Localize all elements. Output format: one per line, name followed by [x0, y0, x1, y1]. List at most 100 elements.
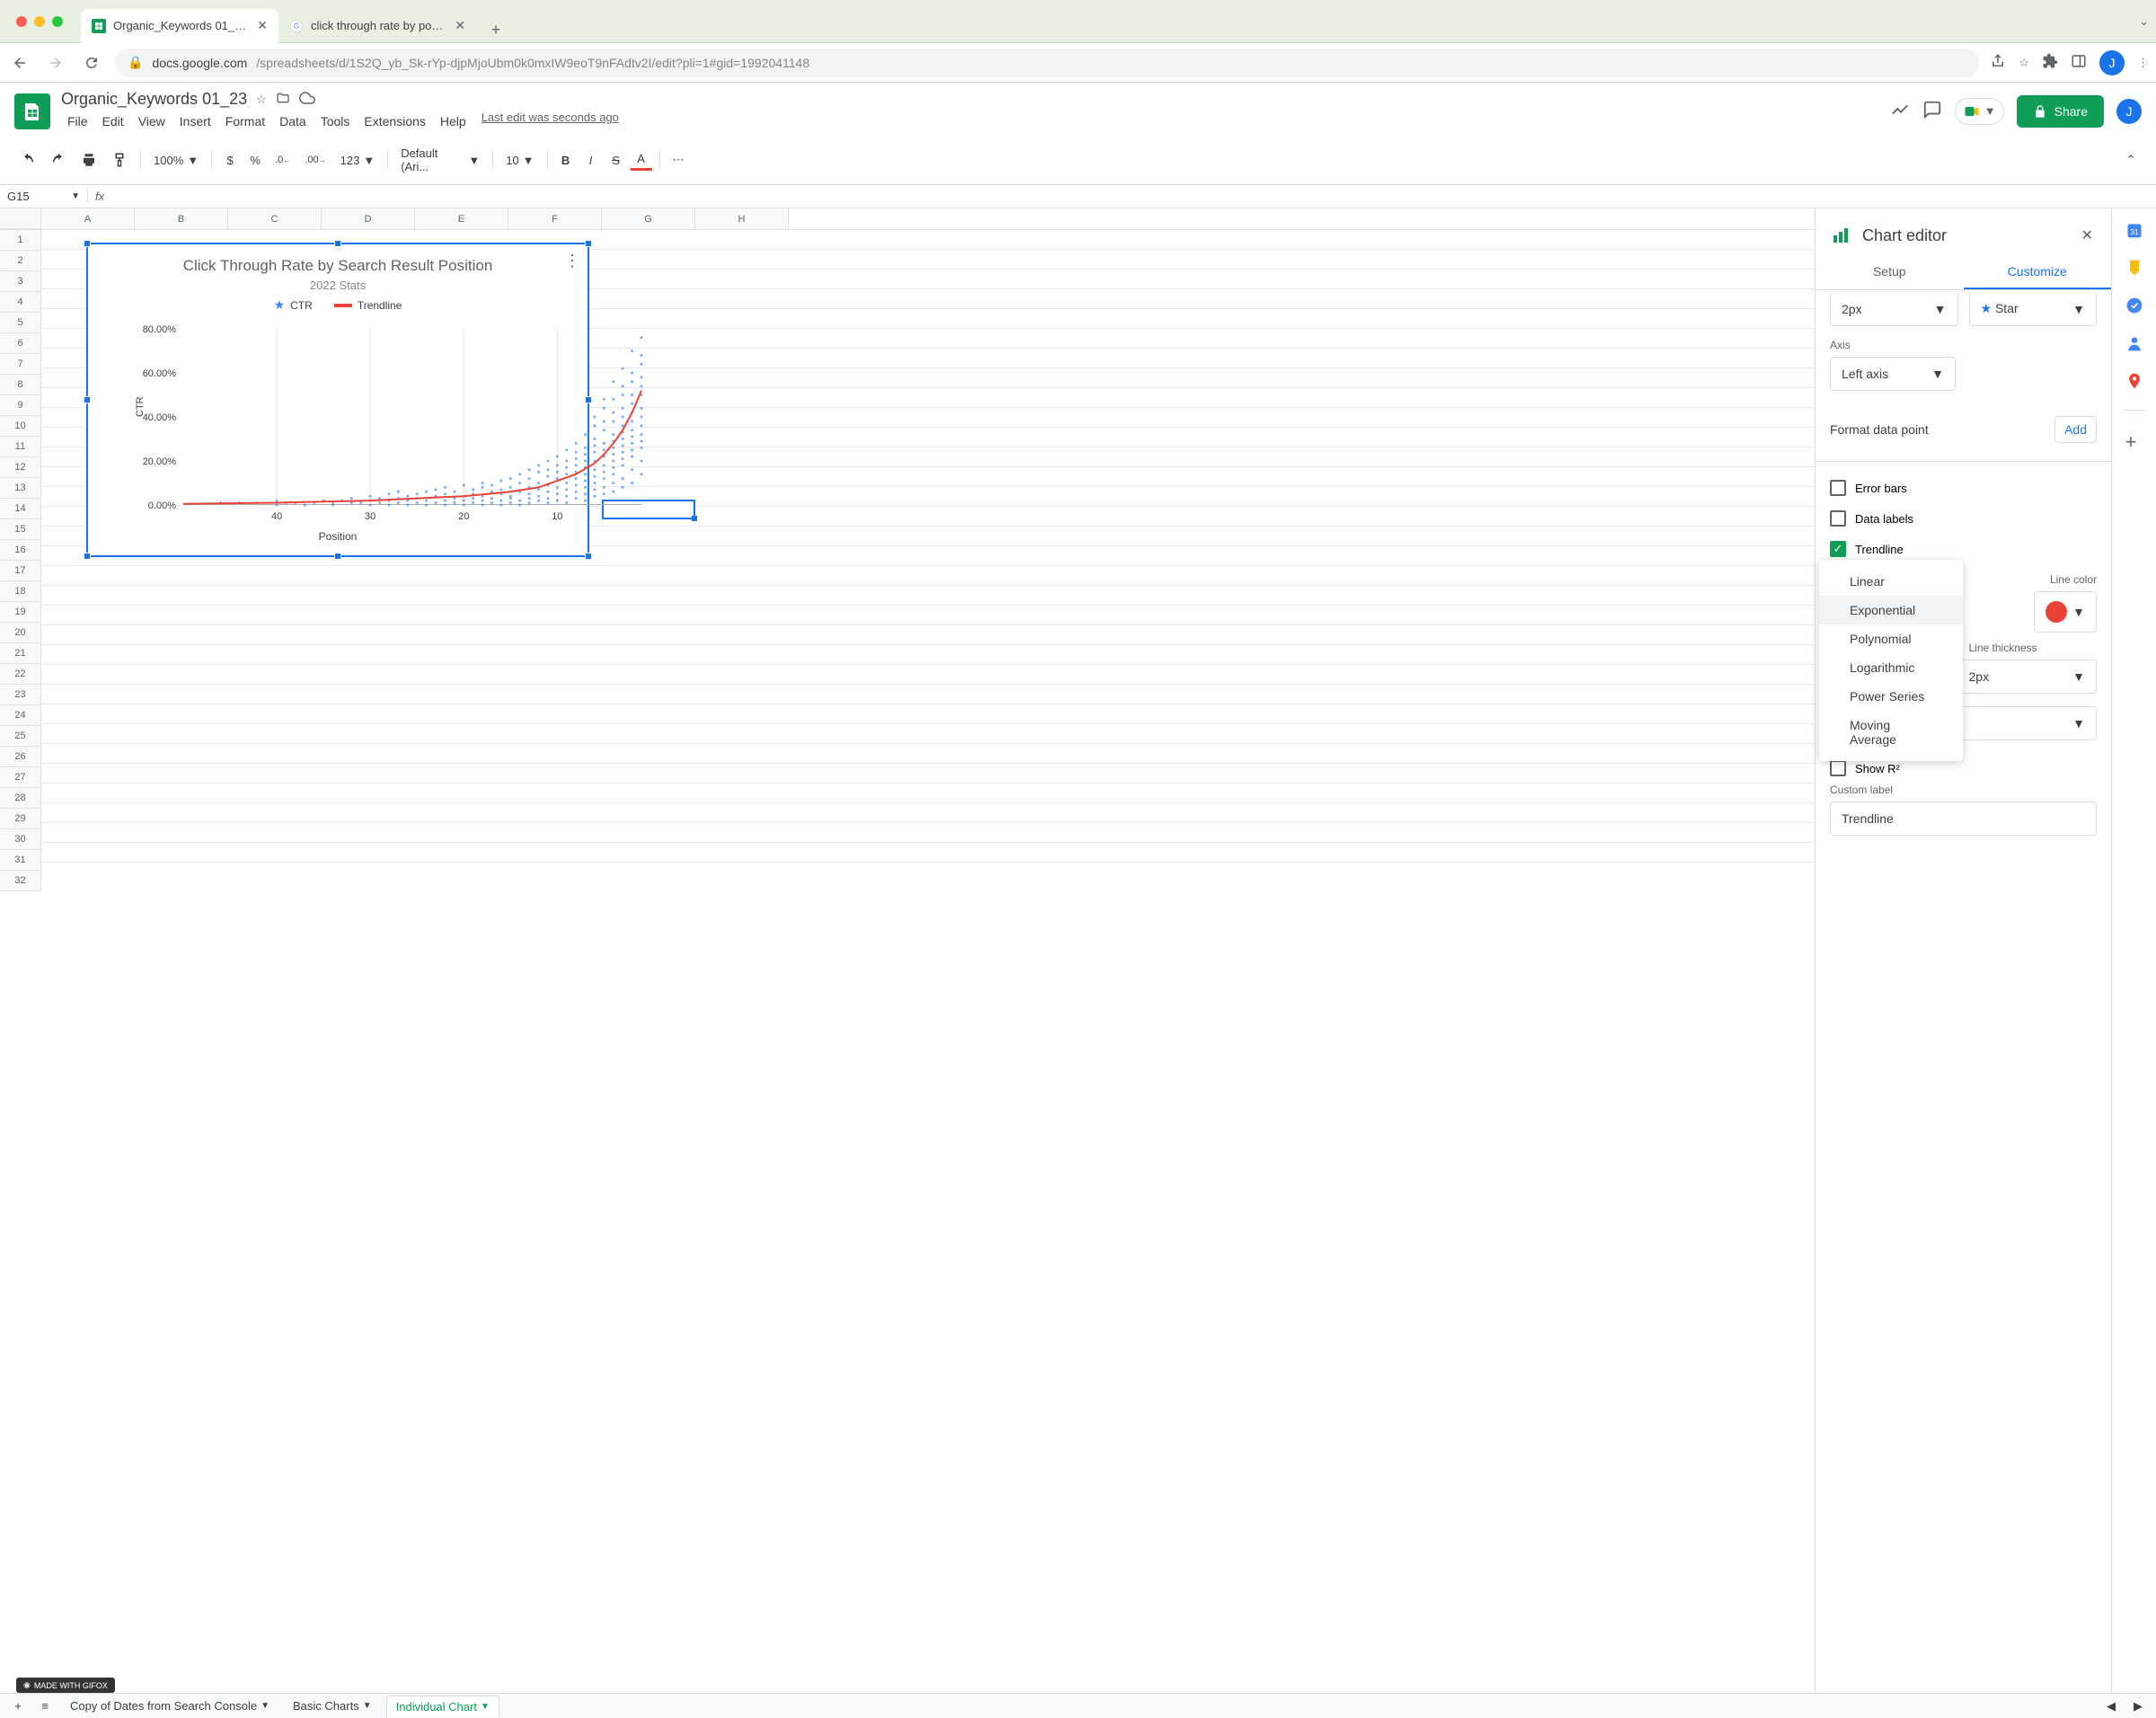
menu-help[interactable]: Help [434, 111, 473, 132]
number-format-select[interactable]: 123 ▼ [335, 150, 381, 171]
row-header[interactable]: 24 [0, 705, 41, 726]
row-header[interactable]: 17 [0, 561, 41, 581]
row-header[interactable]: 23 [0, 685, 41, 705]
axis-select[interactable]: Left axis▼ [1830, 357, 1956, 391]
point-shape-select[interactable]: ★ Star▼ [1969, 292, 2098, 326]
account-avatar[interactable]: J [2116, 99, 2142, 124]
row-header[interactable]: 9 [0, 395, 41, 416]
zoom-select[interactable]: 100% ▼ [148, 150, 204, 171]
col-header[interactable]: E [415, 208, 508, 229]
row-header[interactable]: 29 [0, 809, 41, 829]
row-header[interactable]: 5 [0, 313, 41, 333]
redo-button[interactable] [45, 149, 72, 171]
decrease-decimal-button[interactable]: .0← [270, 149, 296, 171]
increase-decimal-button[interactable]: .00→ [299, 149, 331, 171]
menu-data[interactable]: Data [273, 111, 313, 132]
row-header[interactable]: 16 [0, 540, 41, 561]
row-header[interactable]: 22 [0, 664, 41, 685]
tab-overflow-icon[interactable]: ⌄ [2139, 14, 2149, 29]
bold-button[interactable]: B [555, 149, 577, 171]
font-select[interactable]: Default (Ari... ▼ [395, 143, 485, 177]
row-header[interactable]: 18 [0, 581, 41, 602]
row-header[interactable]: 28 [0, 788, 41, 809]
add-addon-icon[interactable]: + [2125, 430, 2143, 448]
profile-avatar[interactable]: J [2099, 50, 2125, 75]
row-header[interactable]: 31 [0, 850, 41, 871]
extensions-icon[interactable] [2042, 53, 2058, 72]
menu-extensions[interactable]: Extensions [358, 111, 431, 132]
resize-handle[interactable] [84, 240, 91, 247]
row-header[interactable]: 6 [0, 333, 41, 354]
calendar-icon[interactable]: 31 [2125, 221, 2143, 239]
name-box[interactable]: G15▼ [0, 190, 88, 203]
menu-view[interactable]: View [132, 111, 172, 132]
minimize-window-icon[interactable] [34, 16, 45, 27]
select-all-corner[interactable] [0, 208, 41, 229]
row-header[interactable]: 14 [0, 499, 41, 519]
row-header[interactable]: 15 [0, 519, 41, 540]
resize-handle[interactable] [585, 240, 592, 247]
tasks-icon[interactable] [2125, 297, 2143, 314]
row-header[interactable]: 19 [0, 602, 41, 623]
data-labels-checkbox[interactable] [1830, 510, 1846, 527]
show-r2-checkbox[interactable] [1830, 760, 1846, 776]
row-header[interactable]: 21 [0, 643, 41, 664]
resize-handle[interactable] [334, 240, 341, 247]
tab-setup[interactable]: Setup [1816, 255, 1964, 289]
strike-button[interactable]: S [605, 149, 627, 171]
row-header[interactable]: 27 [0, 767, 41, 788]
line-thickness-select[interactable]: 2px▼ [1957, 660, 2098, 694]
collapse-toolbar-icon[interactable]: ⌃ [2120, 149, 2142, 171]
share-button[interactable]: Share [2017, 95, 2104, 128]
row-header[interactable]: 7 [0, 354, 41, 375]
document-name[interactable]: Organic_Keywords 01_23 [61, 90, 247, 109]
tab-close-icon[interactable]: ✕ [455, 18, 465, 33]
row-header[interactable]: 26 [0, 747, 41, 767]
menu-edit[interactable]: Edit [96, 111, 130, 132]
all-sheets-button[interactable]: ≡ [34, 1696, 56, 1717]
row-header[interactable]: 10 [0, 416, 41, 437]
close-panel-icon[interactable]: ✕ [2078, 223, 2097, 248]
cell-fill-handle[interactable] [692, 516, 697, 521]
keep-icon[interactable] [2125, 259, 2143, 277]
line-color-select[interactable]: ▼ [2034, 591, 2097, 633]
reload-button[interactable] [79, 50, 104, 75]
paint-format-button[interactable] [106, 149, 133, 171]
col-header[interactable]: F [508, 208, 602, 229]
menu-insert[interactable]: Insert [173, 111, 217, 132]
more-tools-button[interactable]: ⋯ [667, 149, 690, 171]
last-edit-link[interactable]: Last edit was seconds ago [482, 111, 619, 132]
forward-button[interactable] [43, 50, 68, 75]
currency-button[interactable]: $ [219, 149, 241, 171]
row-header[interactable]: 3 [0, 271, 41, 292]
col-header[interactable]: B [135, 208, 228, 229]
menu-file[interactable]: File [61, 111, 94, 132]
row-header[interactable]: 4 [0, 292, 41, 313]
row-header[interactable]: 1 [0, 230, 41, 251]
trendline-option-exponential[interactable]: Exponential [1819, 596, 1963, 624]
trendline-checkbox[interactable]: ✓ [1830, 541, 1846, 557]
bookmark-icon[interactable]: ☆ [2019, 56, 2029, 70]
sheets-logo-icon[interactable] [14, 93, 50, 129]
row-header[interactable]: 11 [0, 437, 41, 457]
contacts-icon[interactable] [2125, 334, 2143, 352]
sheet-tab[interactable]: Basic Charts ▼ [284, 1696, 381, 1716]
row-header[interactable]: 8 [0, 375, 41, 395]
address-bar[interactable]: 🔒 docs.google.com/spreadsheets/d/1S2Q_yb… [115, 49, 1979, 77]
new-tab-button[interactable]: + [483, 18, 508, 43]
row-header[interactable]: 12 [0, 457, 41, 478]
spreadsheet-grid[interactable]: A B C D E F G H 123456789101112131415161… [0, 208, 1815, 1707]
col-header[interactable]: H [695, 208, 789, 229]
row-header[interactable]: 32 [0, 871, 41, 891]
embedded-chart[interactable]: ⋮ Click Through Rate by Search Result Po… [86, 243, 589, 557]
point-size-select[interactable]: 2px▼ [1830, 292, 1958, 326]
scroll-tabs-right[interactable]: ▶ [2127, 1696, 2149, 1717]
side-panel-icon[interactable] [2071, 53, 2087, 72]
row-header[interactable]: 13 [0, 478, 41, 499]
chart-menu-icon[interactable]: ⋮ [564, 252, 580, 270]
add-data-point-button[interactable]: Add [2054, 416, 2097, 443]
resize-handle[interactable] [334, 553, 341, 560]
col-header[interactable]: G [602, 208, 695, 229]
maps-icon[interactable] [2125, 372, 2143, 390]
trendline-option-polynomial[interactable]: Polynomial [1819, 624, 1963, 653]
